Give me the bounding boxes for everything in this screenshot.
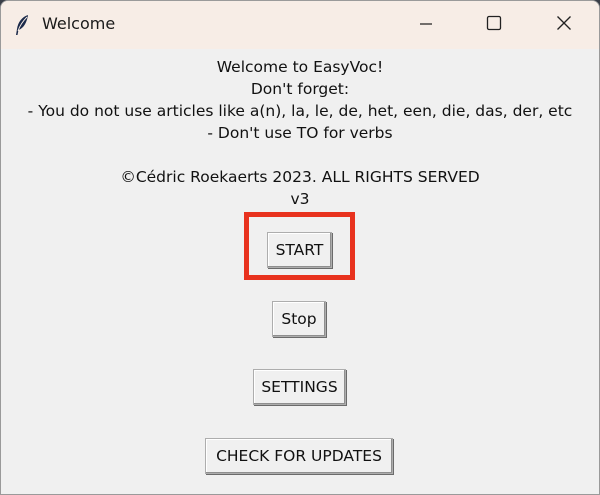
window-content: Welcome to EasyVoc! Don't forget: - You … xyxy=(1,49,599,494)
minimize-icon xyxy=(419,16,433,35)
verbs-note: - Don't use TO for verbs xyxy=(207,124,393,142)
minimize-button[interactable] xyxy=(403,1,449,49)
version-text: v3 xyxy=(290,190,310,208)
welcome-line: Welcome to EasyVoc! xyxy=(216,58,384,76)
articles-note: - You do not use articles like a(n), la,… xyxy=(27,102,573,120)
start-button[interactable]: START xyxy=(267,232,332,268)
welcome-message: Welcome to EasyVoc! Don't forget: - You … xyxy=(1,56,599,210)
copyright-text: ©Cédric Roekaerts 2023. ALL RIGHTS SERVE… xyxy=(120,168,480,186)
stop-button[interactable]: Stop xyxy=(272,301,326,337)
reminder-heading: Don't forget: xyxy=(250,80,350,98)
maximize-icon xyxy=(486,15,502,35)
feather-icon xyxy=(13,14,31,36)
maximize-button[interactable] xyxy=(471,1,517,49)
title-bar[interactable]: Welcome xyxy=(1,1,599,49)
settings-button[interactable]: SETTINGS xyxy=(253,369,346,405)
check-for-updates-button[interactable]: CHECK FOR UPDATES xyxy=(205,438,393,474)
welcome-window: Welcome Welcome to EasyVoc! Don't forget… xyxy=(0,0,600,495)
window-title: Welcome xyxy=(42,14,116,33)
close-button[interactable] xyxy=(541,1,587,49)
close-icon xyxy=(556,15,572,35)
